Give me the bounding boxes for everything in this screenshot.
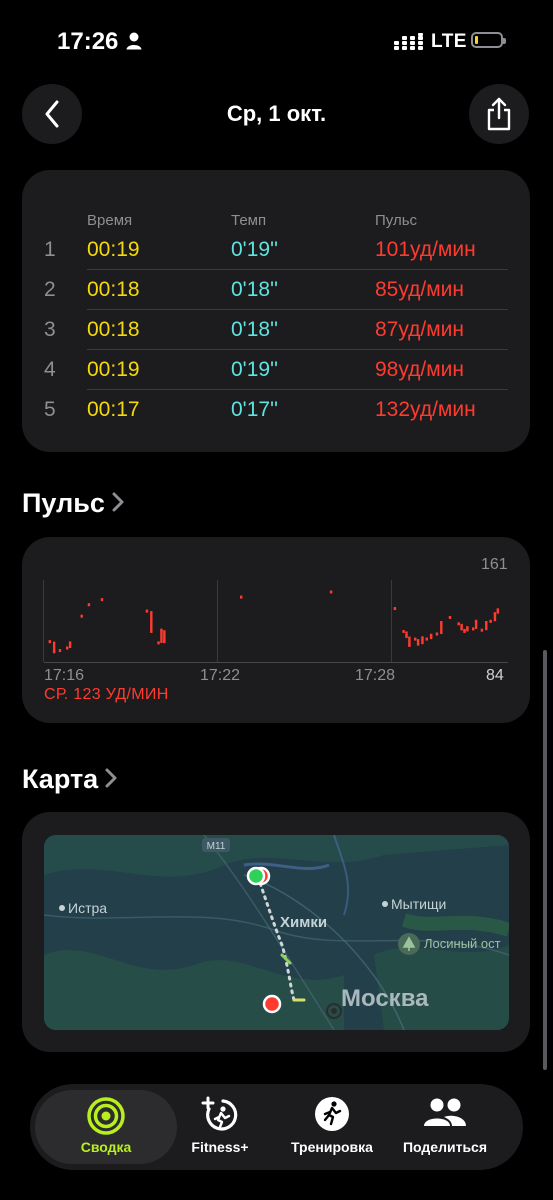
heart-rate-point: [472, 627, 475, 631]
heart-rate-point: [457, 622, 460, 626]
average-pulse: СР. 123 УД/МИН: [44, 686, 169, 703]
running-figure-icon: [314, 1096, 350, 1137]
tab-label: Сводка: [80, 1139, 132, 1155]
x-tick-label: 17:28: [355, 667, 396, 684]
heart-rate-point: [80, 614, 83, 618]
map-label-khimki: Химки: [280, 914, 327, 931]
map-label-mytishchi: Мытищи: [391, 896, 446, 912]
heart-rate-point: [480, 628, 484, 632]
heart-rate-point: [48, 640, 51, 644]
tab-label: Поделиться: [402, 1139, 488, 1155]
heart-rate-point: [414, 637, 417, 641]
chevron-right-icon: [104, 765, 118, 796]
heart-rate-point: [240, 595, 243, 599]
y-tick-label-min: 84: [486, 667, 504, 684]
tab-label: Fitness+: [191, 1139, 249, 1155]
rings-icon: [86, 1096, 126, 1141]
heart-rate-point: [157, 641, 160, 645]
map-label-istra: Истра: [68, 900, 107, 916]
current-location-marker: [262, 994, 282, 1014]
x-tick-label: 17:22: [200, 667, 241, 684]
road-label-m11: M11: [207, 841, 226, 852]
map-graphics: M11 Истра Химки Мытищи Лосиный ост Москв…: [44, 835, 509, 1030]
heart-rate-point: [145, 609, 149, 613]
tab-sharing[interactable]: Поделиться: [395, 1084, 495, 1170]
heart-rate-point: [393, 607, 397, 611]
tab-label: Тренировка: [291, 1139, 373, 1155]
y-tick-label-max: 161: [481, 556, 508, 573]
heart-rate-point: [87, 603, 91, 607]
scrollbar[interactable]: [543, 650, 547, 1070]
map-label-park: Лосиный ост: [424, 936, 501, 951]
route-start-marker: [246, 866, 266, 886]
heart-rate-point: [435, 632, 439, 636]
fitness-plus-icon: [201, 1096, 239, 1139]
heart-rate-point: [66, 646, 69, 650]
tab-summary[interactable]: Сводка: [35, 1090, 177, 1164]
pulse-chart: [43, 580, 508, 663]
route-map[interactable]: M11 Истра Химки Мытищи Лосиный ост Москв…: [44, 835, 509, 1030]
map-section-header[interactable]: Карта: [22, 764, 118, 796]
heart-rate-point: [402, 629, 405, 633]
tab-fitness-plus[interactable]: Fitness+: [170, 1084, 270, 1170]
heart-rate-point: [100, 598, 104, 602]
heart-rate-point: [329, 590, 333, 594]
people-icon: [422, 1096, 468, 1135]
heart-rate-point: [448, 615, 452, 619]
map-title: Карта: [22, 764, 99, 794]
tab-bar: Сводка Fitness+ Тренировка Поделиться: [30, 1084, 523, 1170]
heart-rate-point: [58, 649, 62, 653]
map-label-moscow: Москва: [341, 985, 429, 1012]
tab-workout[interactable]: Тренировка: [282, 1084, 382, 1170]
x-tick-label: 17:16: [44, 667, 85, 684]
